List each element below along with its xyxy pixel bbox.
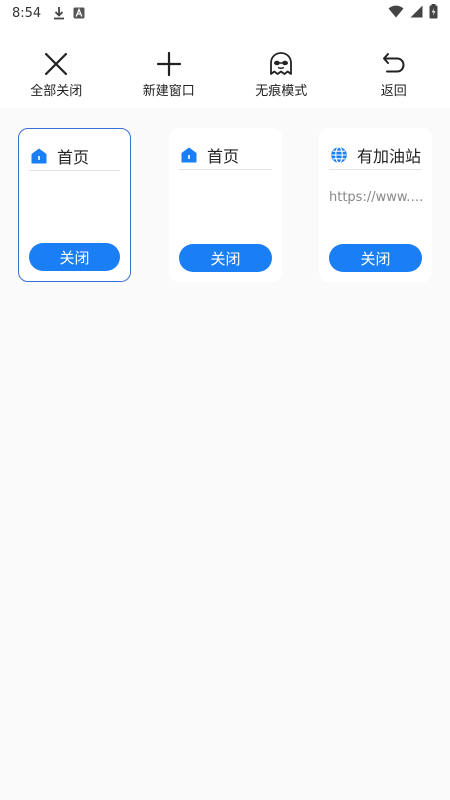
tab-card-header: 首页 — [179, 140, 272, 170]
back-label: 返回 — [380, 84, 407, 99]
ghost-icon — [267, 50, 295, 78]
incognito-label: 无痕模式 — [255, 84, 308, 99]
tab-title: 首页 — [207, 146, 240, 166]
close-tab-button[interactable]: 关闭 — [179, 244, 272, 272]
home-icon — [179, 145, 199, 165]
tab-card[interactable]: 首页 关闭 — [169, 128, 282, 282]
home-icon — [29, 146, 49, 166]
globe-icon — [329, 145, 349, 165]
new-window-label: 新建窗口 — [142, 84, 195, 99]
tabs-grid: 首页 关闭 首页 关闭 有加油站 https://www.baidu.com 关… — [0, 108, 450, 800]
battery-icon — [429, 3, 438, 23]
download-icon — [53, 6, 65, 20]
close-icon — [42, 50, 70, 78]
status-time: 8:54 — [12, 5, 42, 21]
tab-manager-toolbar: 全部关闭 新建窗口 无痕模式 返回 — [0, 26, 450, 108]
undo-arrow-icon — [380, 50, 408, 78]
tab-card-header: 首页 — [29, 141, 120, 171]
plus-icon — [155, 50, 183, 78]
incognito-button[interactable]: 无痕模式 — [236, 50, 326, 99]
tab-card-header: 有加油站 — [329, 140, 422, 170]
new-window-button[interactable]: 新建窗口 — [124, 50, 214, 99]
close-tab-button[interactable]: 关闭 — [29, 243, 120, 271]
signal-icon — [410, 5, 423, 22]
close-all-label: 全部关闭 — [30, 84, 83, 99]
close-all-button[interactable]: 全部关闭 — [11, 50, 101, 99]
tab-title: 首页 — [57, 147, 90, 167]
back-button[interactable]: 返回 — [349, 50, 439, 99]
tab-card[interactable]: 有加油站 https://www.baidu.com 关闭 — [319, 128, 432, 282]
wifi-icon — [388, 5, 404, 22]
keyboard-a-icon — [73, 7, 85, 19]
tab-url: https://www.baidu.com — [329, 190, 428, 205]
status-bar: 8:54 — [0, 0, 450, 26]
close-tab-button[interactable]: 关闭 — [329, 244, 422, 272]
tab-title: 有加油站 — [357, 146, 422, 166]
tab-card[interactable]: 首页 关闭 — [18, 128, 131, 282]
